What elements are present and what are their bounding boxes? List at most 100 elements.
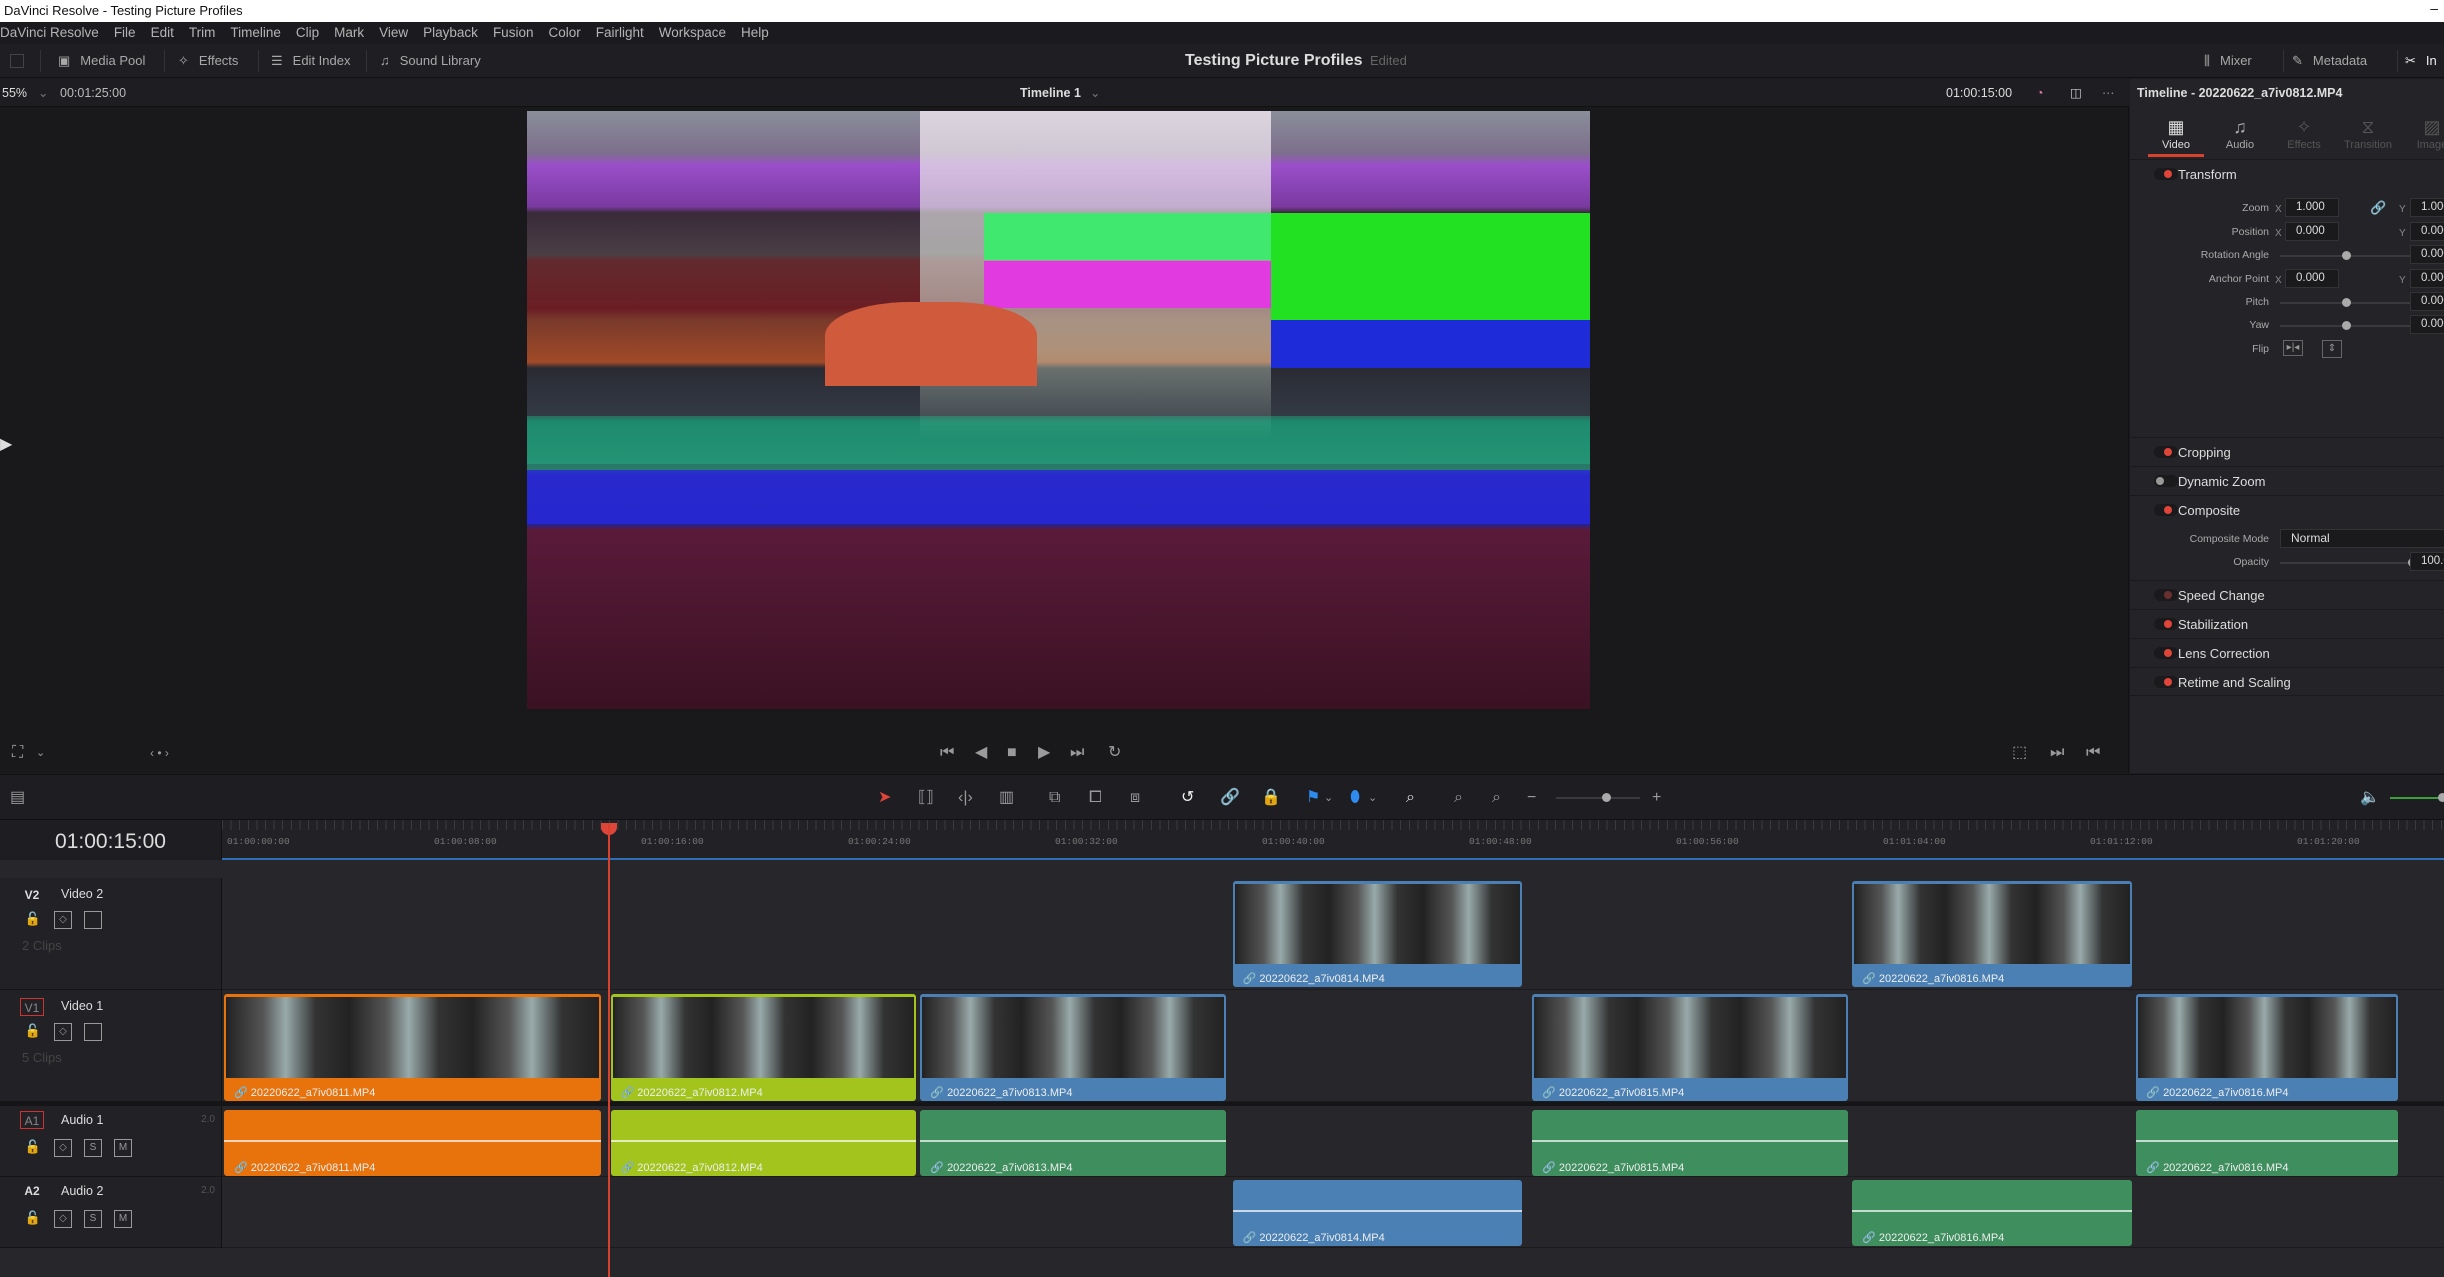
chevron-down-icon[interactable]: ⌄ — [38, 79, 48, 107]
speed-change-toggle[interactable] — [2154, 589, 2178, 601]
retime-section[interactable]: Retime and Scaling — [2130, 667, 2444, 696]
solo-button[interactable]: S — [84, 1210, 102, 1228]
stabilization-toggle[interactable] — [2154, 618, 2178, 630]
chevron-down-icon[interactable]: ⌄ — [36, 745, 45, 761]
timeline-clip[interactable]: 🔗 20220622_a7iv0815.MP4 — [1532, 1110, 1848, 1176]
track-id[interactable]: V1 — [20, 998, 44, 1016]
lens-correction-toggle[interactable] — [2154, 647, 2178, 659]
edit-index-button[interactable]: ☰ Edit Index — [271, 44, 350, 78]
menu-fairlight[interactable]: Fairlight — [596, 22, 644, 44]
timeline-clip[interactable]: 🔗 20220622_a7iv0811.MP4 — [224, 1110, 601, 1176]
match-frame-icon[interactable]: ⬚ — [2012, 745, 2027, 761]
retime-toggle[interactable] — [2154, 676, 2178, 688]
dual-viewer-icon[interactable]: ◫ — [2070, 79, 2082, 107]
position-x-field[interactable]: 0.000 — [2285, 222, 2339, 241]
speed-change-section[interactable]: Speed Change — [2130, 580, 2444, 609]
menu-clip[interactable]: Clip — [296, 22, 319, 44]
lock-icon[interactable]: 🔓 — [24, 1210, 42, 1228]
timeline-zoom-slider[interactable] — [1556, 793, 1640, 802]
linked-selection-icon[interactable]: 🔗 — [1220, 790, 1240, 806]
track-visibility-icon[interactable] — [84, 1023, 102, 1041]
sound-library-button[interactable]: ♫ Sound Library — [380, 44, 481, 78]
menu-color[interactable]: Color — [548, 22, 580, 44]
composite-header[interactable]: Composite — [2178, 496, 2240, 525]
zoom-detail-icon[interactable]: ⌕ — [1454, 790, 1463, 806]
zoom-x-field[interactable]: 1.000 — [2285, 198, 2339, 217]
cropping-toggle[interactable] — [2154, 446, 2178, 458]
previous-edit-icon[interactable]: ⏮ — [2086, 745, 2100, 761]
timeline-clip[interactable]: 🔗 20220622_a7iv0814.MP4 — [1232, 881, 1523, 987]
timeline-clip[interactable]: 🔗 20220622_a7iv0814.MP4 — [1232, 1180, 1523, 1246]
composite-toggle[interactable] — [2154, 504, 2178, 516]
metadata-button[interactable]: ✎ Metadata — [2292, 44, 2367, 78]
go-to-start-icon[interactable]: ⏮ — [940, 745, 954, 761]
blade-tool-icon[interactable]: ▥ — [999, 790, 1014, 806]
stop-icon[interactable]: ■ — [1007, 745, 1017, 761]
lock-icon[interactable]: 🔓 — [24, 911, 42, 929]
dynamic-zoom-toggle[interactable] — [2154, 475, 2178, 487]
tab-effects[interactable]: ✧ Effects — [2276, 117, 2332, 151]
timeline-clip[interactable]: 🔗 20220622_a7iv0816.MP4 — [1852, 881, 2132, 987]
dynamic-trim-icon[interactable]: ‹|› — [958, 790, 973, 806]
anchor-y-field[interactable]: 0.000 — [2410, 269, 2444, 288]
pitch-field[interactable]: 0.000 — [2410, 292, 2444, 311]
zoom-custom-icon[interactable]: ⌕ — [1492, 790, 1501, 806]
timeline-clip[interactable]: 🔗 20220622_a7iv0812.MP4 — [610, 1110, 916, 1176]
position-lock-icon[interactable]: 🔒 — [1261, 790, 1281, 806]
timeline-clip[interactable]: 🔗 20220622_a7iv0811.MP4 — [224, 994, 601, 1101]
yaw-slider[interactable] — [2280, 321, 2410, 330]
timeline-clip[interactable]: 🔗 20220622_a7iv0813.MP4 — [920, 994, 1226, 1101]
timeline-clip[interactable]: 🔗 20220622_a7iv0816.MP4 — [2136, 1110, 2398, 1176]
transform-toggle[interactable] — [2154, 168, 2178, 180]
timeline-clip[interactable]: 🔗 20220622_a7iv0812.MP4 — [610, 994, 916, 1101]
jog-control[interactable]: ‹ • › — [150, 745, 169, 761]
timeline-ruler[interactable]: 01:00:00:00 01:00:08:00 01:00:16:00 01:0… — [222, 820, 2444, 860]
menu-timeline[interactable]: Timeline — [230, 22, 281, 44]
rotation-field[interactable]: 0.000 — [2410, 245, 2444, 264]
chevron-down-icon[interactable]: ⌄ — [1324, 790, 1333, 806]
playhead[interactable] — [608, 823, 610, 1277]
link-icon[interactable]: 🔗 — [2370, 200, 2386, 216]
track-name[interactable]: Video 2 — [61, 887, 103, 901]
next-edit-icon[interactable]: ⏭ — [2050, 745, 2064, 761]
mute-button[interactable]: M — [114, 1210, 132, 1228]
zoom-level-dropdown[interactable]: 55% — [2, 79, 27, 107]
overwrite-clip-icon[interactable]: ⧠ — [1089, 790, 1102, 806]
menu-view[interactable]: View — [379, 22, 408, 44]
mixer-button[interactable]: ⫼ Mixer — [2204, 44, 2252, 78]
composite-mode-dropdown[interactable]: Normal — [2280, 529, 2444, 548]
position-y-field[interactable]: 0.000 — [2410, 222, 2444, 241]
tab-audio[interactable]: ♫ Audio — [2212, 117, 2268, 151]
track-id[interactable]: A1 — [20, 1111, 44, 1129]
tab-image[interactable]: ▨Image — [2404, 117, 2444, 151]
selection-tool-icon[interactable]: ➤ — [878, 790, 891, 806]
replace-clip-icon[interactable]: ⧈ — [1130, 790, 1140, 806]
menu-workspace[interactable]: Workspace — [659, 22, 726, 44]
inspector-button[interactable]: ✂ In — [2405, 44, 2437, 78]
menu-edit[interactable]: Edit — [151, 22, 174, 44]
chevron-down-icon[interactable]: ⌄ — [1368, 790, 1377, 806]
flip-horizontal-icon[interactable]: ▸|◂ — [2283, 340, 2303, 356]
zoom-full-icon[interactable]: ⌕ — [1406, 790, 1415, 806]
timeline-selector[interactable]: Timeline 1 — [1020, 79, 1081, 107]
zoom-in-icon[interactable]: + — [1652, 790, 1661, 806]
viewer-crop-icon[interactable]: ⛶ — [12, 745, 23, 761]
menu-help[interactable]: Help — [741, 22, 769, 44]
effects-button[interactable]: ✧ Effects — [178, 44, 238, 78]
yaw-field[interactable]: 0.000 — [2410, 315, 2444, 334]
track-name[interactable]: Audio 2 — [61, 1184, 103, 1198]
menu-trim[interactable]: Trim — [189, 22, 216, 44]
transform-header[interactable]: Transform — [2178, 160, 2237, 189]
track-name[interactable]: Audio 1 — [61, 1113, 103, 1127]
loop-icon[interactable]: ↻ — [1108, 745, 1121, 761]
lens-correction-section[interactable]: Lens Correction — [2130, 638, 2444, 667]
zoom-out-icon[interactable]: − — [1527, 790, 1536, 806]
dynamic-zoom-section[interactable]: Dynamic Zoom — [2130, 466, 2444, 495]
color-bypass-icon[interactable]: ◔ — [2036, 79, 2044, 107]
marker-icon[interactable]: ⬮ — [1350, 790, 1360, 806]
cropping-section[interactable]: Cropping — [2130, 437, 2444, 466]
auto-select-icon[interactable]: ◇ — [54, 1210, 72, 1228]
volume-slider[interactable] — [2390, 793, 2444, 802]
solo-button[interactable]: S — [84, 1139, 102, 1157]
reverse-play-icon[interactable]: ◀ — [975, 745, 987, 761]
